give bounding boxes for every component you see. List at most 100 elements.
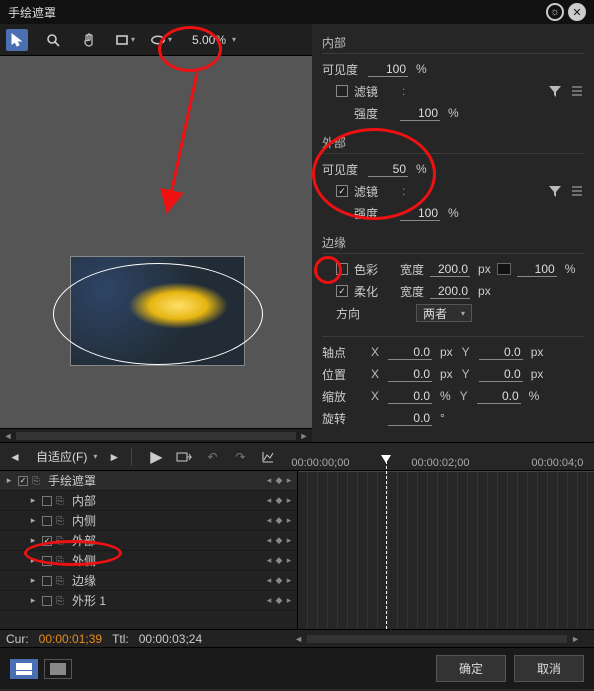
view-split-button[interactable] — [10, 659, 38, 679]
hand-tool[interactable] — [78, 29, 100, 51]
properties-pane: 内部 可见度 100 % 滤镜 : 强度 100 % 外部 可见度 50 % — [312, 24, 594, 442]
position-y[interactable]: 0.0 — [479, 367, 523, 382]
kf-prev[interactable]: ◂ — [265, 535, 273, 546]
scale-y[interactable]: 0.0 — [477, 389, 521, 404]
kf-marker[interactable]: ◆ — [275, 555, 283, 566]
track-checkbox[interactable] — [42, 556, 52, 566]
ellipse-tool[interactable]: ▾ — [150, 29, 172, 51]
kf-marker[interactable]: ◆ — [275, 575, 283, 586]
kf-prev[interactable]: ◂ — [265, 475, 273, 486]
expand-icon[interactable]: ▸ — [28, 575, 38, 586]
track-row[interactable]: ▸⎘外形 1◂◆▸ — [0, 591, 297, 611]
kf-prev[interactable]: ◂ — [265, 495, 273, 506]
unit-degree: ° — [440, 411, 445, 425]
track-checkbox[interactable] — [42, 496, 52, 506]
mask-ellipse[interactable] — [53, 263, 263, 365]
ok-button[interactable]: 确定 — [436, 655, 506, 682]
track-row[interactable]: ▸⎘外部◂◆▸ — [0, 531, 297, 551]
graph-button[interactable] — [257, 446, 279, 468]
track-row[interactable]: ▸⎘手绘遮罩◂◆▸ — [0, 471, 297, 491]
rotation-value[interactable]: 0.0 — [388, 411, 432, 426]
kf-prev[interactable]: ◂ — [265, 595, 273, 606]
position-x[interactable]: 0.0 — [388, 367, 432, 382]
outer-filter-checkbox[interactable] — [336, 185, 348, 197]
edge-color-checkbox[interactable] — [336, 263, 348, 275]
pivot-x[interactable]: 0.0 — [388, 345, 432, 360]
track-checkbox[interactable] — [42, 596, 52, 606]
timeline-area[interactable] — [298, 471, 594, 629]
kf-marker[interactable]: ◆ — [275, 475, 283, 486]
track-checkbox[interactable] — [42, 536, 52, 546]
outer-visibility-value[interactable]: 50 — [368, 162, 408, 177]
edge-direction-select[interactable]: 两者 ▾ — [416, 304, 472, 322]
kf-next[interactable]: ▸ — [285, 595, 293, 606]
zoom-tool[interactable] — [42, 29, 64, 51]
graph-icon — [261, 450, 275, 464]
view-single-button[interactable] — [44, 659, 72, 679]
scroll-track[interactable] — [307, 635, 567, 643]
kf-next[interactable]: ▸ — [285, 575, 293, 586]
tl-scroll-right[interactable]: ► — [103, 446, 125, 468]
track-row[interactable]: ▸⎘边缘◂◆▸ — [0, 571, 297, 591]
edge-color-width-value[interactable]: 200.0 — [430, 262, 470, 277]
kf-prev[interactable]: ◂ — [265, 555, 273, 566]
close-button[interactable]: ✕ — [568, 3, 586, 21]
edge-soft-width-value[interactable]: 200.0 — [430, 284, 470, 299]
scroll-right[interactable]: ► — [571, 634, 580, 644]
loop-button[interactable] — [173, 446, 195, 468]
cancel-button[interactable]: 取消 — [514, 655, 584, 682]
expand-icon[interactable]: ▸ — [4, 475, 14, 486]
tl-fit-select[interactable]: 自适应(F) ▾ — [36, 448, 97, 465]
inner-visibility-value[interactable]: 100 — [368, 62, 408, 77]
kf-next[interactable]: ▸ — [285, 495, 293, 506]
kf-marker[interactable]: ◆ — [275, 595, 283, 606]
scroll-left[interactable]: ◄ — [3, 431, 13, 441]
kf-prev[interactable]: ◂ — [265, 575, 273, 586]
kf-prev[interactable]: ◂ — [265, 515, 273, 526]
edge-soft-checkbox[interactable] — [336, 285, 348, 297]
kf-marker[interactable]: ◆ — [275, 495, 283, 506]
redo-button[interactable]: ↷ — [229, 446, 251, 468]
filter-icon[interactable] — [548, 84, 562, 98]
edge-color-swatch[interactable] — [497, 263, 511, 275]
track-checkbox[interactable] — [42, 516, 52, 526]
zoom-level[interactable]: 5.00% ▾ — [192, 33, 236, 47]
kf-next[interactable]: ▸ — [285, 475, 293, 486]
outer-strength-value[interactable]: 100 — [400, 206, 440, 221]
kf-marker[interactable]: ◆ — [275, 515, 283, 526]
kf-next[interactable]: ▸ — [285, 535, 293, 546]
expand-icon[interactable]: ▸ — [28, 535, 38, 546]
inner-filter-checkbox[interactable] — [336, 85, 348, 97]
kf-next[interactable]: ▸ — [285, 515, 293, 526]
preview-canvas[interactable] — [0, 56, 312, 428]
pivot-y[interactable]: 0.0 — [479, 345, 523, 360]
inner-strength-value[interactable]: 100 — [400, 106, 440, 121]
play-button[interactable]: ▶ — [145, 446, 167, 468]
scroll-track[interactable] — [16, 432, 296, 440]
rect-tool[interactable]: ▾ — [114, 29, 136, 51]
kf-marker[interactable]: ◆ — [275, 535, 283, 546]
expand-icon[interactable]: ▸ — [28, 555, 38, 566]
keyframe-nav: ◂◆▸ — [265, 535, 293, 546]
scroll-right[interactable]: ► — [299, 431, 309, 441]
filter-icon[interactable] — [548, 184, 562, 198]
track-row[interactable]: ▸⎘外侧◂◆▸ — [0, 551, 297, 571]
expand-icon[interactable]: ▸ — [28, 495, 38, 506]
undo-button[interactable]: ↶ — [201, 446, 223, 468]
kf-next[interactable]: ▸ — [285, 555, 293, 566]
tl-scroll-left[interactable]: ◄ — [4, 446, 26, 468]
list-icon[interactable] — [570, 84, 584, 98]
track-checkbox[interactable] — [18, 476, 28, 486]
expand-icon[interactable]: ▸ — [28, 515, 38, 526]
edge-color-percent[interactable]: 100 — [517, 262, 557, 277]
scale-x[interactable]: 0.0 — [388, 389, 432, 404]
track-row[interactable]: ▸⎘内部◂◆▸ — [0, 491, 297, 511]
section-edge-title: 边缘 — [322, 234, 584, 251]
expand-icon[interactable]: ▸ — [28, 595, 38, 606]
track-row[interactable]: ▸⎘内侧◂◆▸ — [0, 511, 297, 531]
help-button[interactable]: ☼ — [546, 3, 564, 21]
pointer-tool[interactable] — [6, 29, 28, 51]
track-checkbox[interactable] — [42, 576, 52, 586]
scroll-left[interactable]: ◄ — [294, 634, 303, 644]
list-icon[interactable] — [570, 184, 584, 198]
